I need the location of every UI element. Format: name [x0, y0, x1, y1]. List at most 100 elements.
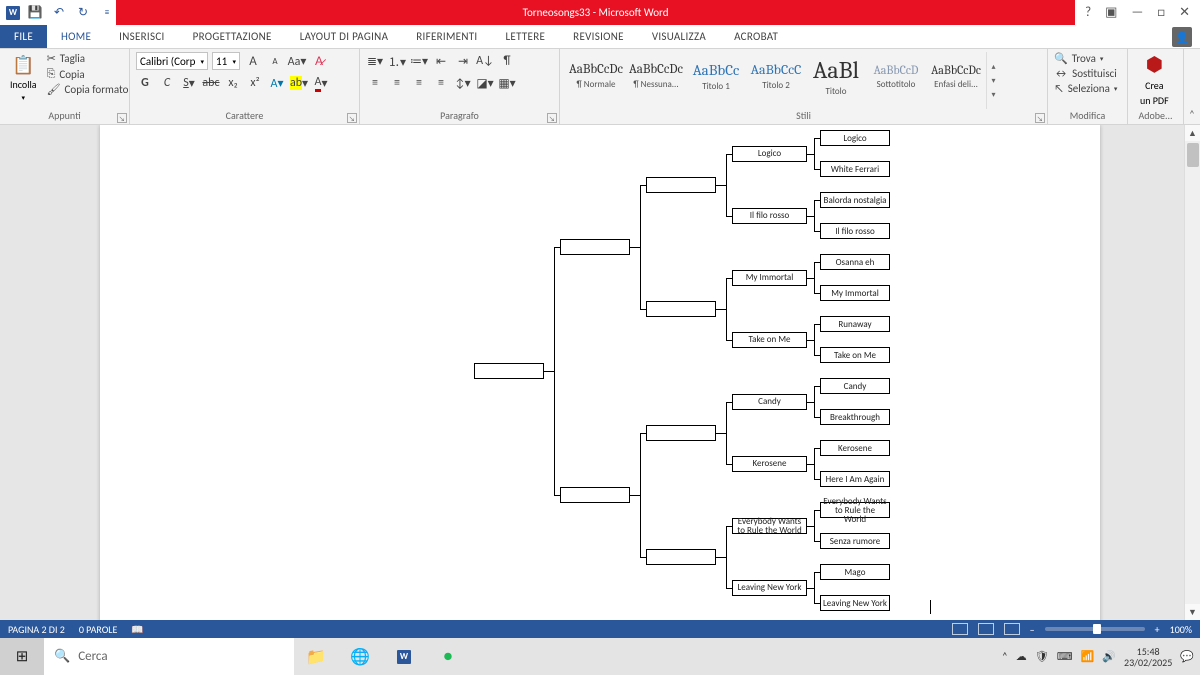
- shrink-font-icon[interactable]: A: [266, 52, 284, 70]
- style-titolo-2[interactable]: AaBbCcCTitolo 2: [746, 52, 806, 100]
- close-icon[interactable]: ✕: [1179, 5, 1190, 20]
- text-effects-icon[interactable]: A▾: [268, 74, 286, 92]
- outdent-icon[interactable]: ⇤: [432, 52, 450, 70]
- borders-icon[interactable]: ▦▾: [498, 74, 516, 92]
- maximize-icon[interactable]: □: [1157, 5, 1165, 20]
- highlight-icon[interactable]: ab▾: [290, 74, 308, 92]
- format-painter-button[interactable]: 🖌Copia formato: [47, 83, 129, 96]
- word-count[interactable]: 0 PAROLE: [79, 623, 118, 636]
- defender-icon[interactable]: 🛡: [1035, 650, 1049, 663]
- redo-icon[interactable]: ↻: [74, 4, 92, 22]
- styles-dialog-launcher[interactable]: ↘: [1035, 113, 1045, 123]
- line-spacing-icon[interactable]: ↕▾: [454, 74, 472, 92]
- style-titolo[interactable]: AaBlTitolo: [806, 52, 866, 100]
- tab-revisione[interactable]: REVISIONE: [559, 25, 638, 48]
- copy-button[interactable]: ⎘Copia: [47, 67, 129, 81]
- paste-button[interactable]: 📋 Incolla ▾: [6, 52, 41, 109]
- zoom-level[interactable]: 100%: [1170, 623, 1192, 636]
- shading-icon[interactable]: ◪▾: [476, 74, 494, 92]
- create-pdf-button[interactable]: ⬢ Crea un PDF: [1134, 52, 1175, 109]
- tray-overflow-icon[interactable]: ˄: [1002, 650, 1008, 663]
- tab-acrobat[interactable]: ACROBAT: [720, 25, 792, 48]
- zoom-thumb[interactable]: [1093, 624, 1101, 634]
- style---normale[interactable]: AaBbCcDc¶ Normale: [566, 52, 626, 100]
- replace-button[interactable]: ↔Sostituisci: [1054, 67, 1117, 80]
- align-right-icon[interactable]: ≡: [410, 74, 428, 92]
- clear-format-icon[interactable]: A̷: [310, 52, 328, 70]
- find-button[interactable]: 🔍Trova▾: [1054, 52, 1117, 65]
- word-taskbar-icon[interactable]: W: [382, 638, 426, 675]
- zoom-slider[interactable]: [1045, 627, 1145, 631]
- clipboard-dialog-launcher[interactable]: ↘: [117, 113, 127, 123]
- minimize-icon[interactable]: —: [1131, 5, 1143, 20]
- show-marks-icon[interactable]: ¶: [498, 52, 516, 70]
- font-color-icon[interactable]: A▾: [312, 74, 330, 92]
- indent-icon[interactable]: ⇥: [454, 52, 472, 70]
- input-lang-icon[interactable]: ⌨: [1057, 650, 1073, 663]
- undo-icon[interactable]: ↶: [50, 4, 68, 22]
- justify-icon[interactable]: ≡: [432, 74, 450, 92]
- style---nessuna---[interactable]: AaBbCcDc¶ Nessuna...: [626, 52, 686, 100]
- tab-inserisci[interactable]: INSERISCI: [105, 25, 178, 48]
- spotify-icon[interactable]: ●: [426, 638, 470, 675]
- tab-layout[interactable]: LAYOUT DI PAGINA: [286, 25, 403, 48]
- save-icon[interactable]: 💾: [26, 4, 44, 22]
- select-button[interactable]: ↖Seleziona▾: [1054, 82, 1117, 95]
- taskbar-search[interactable]: 🔍Cerca: [44, 638, 294, 675]
- document-area[interactable]: LogicoWhite FerrariBalorda nostalgiaIl f…: [0, 125, 1200, 620]
- numbering-icon[interactable]: ⒈▾: [388, 52, 406, 70]
- cut-button[interactable]: ✂Taglia: [47, 52, 129, 65]
- change-case-icon[interactable]: Aa▾: [288, 52, 306, 70]
- tab-file[interactable]: FILE: [0, 25, 47, 48]
- style-titolo-1[interactable]: AaBbCcTitolo 1: [686, 52, 746, 100]
- tab-lettere[interactable]: LETTERE: [491, 25, 559, 48]
- multilevel-icon[interactable]: ≔▾: [410, 52, 428, 70]
- user-account-icon[interactable]: 👤: [1172, 27, 1192, 47]
- superscript-button[interactable]: x²: [246, 74, 264, 92]
- volume-icon[interactable]: 🔊: [1102, 650, 1116, 663]
- document-page[interactable]: LogicoWhite FerrariBalorda nostalgiaIl f…: [100, 125, 1100, 620]
- bullets-icon[interactable]: ≣▾: [366, 52, 384, 70]
- sort-icon[interactable]: A↓: [476, 52, 494, 70]
- italic-button[interactable]: C: [158, 74, 176, 92]
- align-center-icon[interactable]: ≡: [388, 74, 406, 92]
- vertical-scrollbar[interactable]: ▲ ▼: [1184, 125, 1200, 620]
- underline-button[interactable]: S▾: [180, 74, 198, 92]
- clock[interactable]: 15:48 23/02/2025: [1124, 646, 1172, 668]
- font-name-input[interactable]: Calibri (Corp▾: [136, 52, 208, 70]
- onedrive-icon[interactable]: ☁: [1016, 650, 1027, 663]
- paste-dropdown-icon[interactable]: ▾: [22, 93, 26, 102]
- tab-visualizza[interactable]: VISUALIZZA: [638, 25, 720, 48]
- strike-button[interactable]: abc: [202, 74, 220, 92]
- wifi-icon[interactable]: 📶: [1081, 650, 1095, 663]
- scroll-up-icon[interactable]: ▲: [1185, 125, 1200, 141]
- collapse-ribbon-icon[interactable]: ˄: [1184, 49, 1200, 124]
- scroll-thumb[interactable]: [1187, 143, 1199, 167]
- notifications-icon[interactable]: 💬: [1180, 650, 1194, 663]
- print-view-icon[interactable]: [978, 623, 994, 635]
- read-view-icon[interactable]: [952, 623, 968, 635]
- font-size-input[interactable]: 11▾: [212, 52, 240, 70]
- help-icon[interactable]: ?: [1085, 5, 1091, 20]
- tab-progettazione[interactable]: PROGETTAZIONE: [179, 25, 286, 48]
- web-view-icon[interactable]: [1004, 623, 1020, 635]
- ribbon-options-icon[interactable]: ▣: [1105, 5, 1117, 20]
- align-left-icon[interactable]: ≡: [366, 74, 384, 92]
- start-button[interactable]: ⊞: [0, 638, 44, 675]
- qat-customize-icon[interactable]: ≡: [98, 4, 116, 22]
- file-explorer-icon[interactable]: 📁: [294, 638, 338, 675]
- font-dialog-launcher[interactable]: ↘: [347, 113, 357, 123]
- scroll-down-icon[interactable]: ▼: [1185, 604, 1200, 620]
- paragraph-dialog-launcher[interactable]: ↘: [547, 113, 557, 123]
- tab-home[interactable]: HOME: [47, 25, 105, 48]
- zoom-out-icon[interactable]: –: [1030, 623, 1035, 636]
- zoom-in-icon[interactable]: +: [1155, 623, 1160, 636]
- chrome-icon[interactable]: 🌐: [338, 638, 382, 675]
- style-sottotitolo[interactable]: AaBbCcDSottotitolo: [866, 52, 926, 100]
- styles-more-icon[interactable]: ▴▾▾: [986, 52, 1000, 109]
- grow-font-icon[interactable]: A: [244, 52, 262, 70]
- subscript-button[interactable]: x₂: [224, 74, 242, 92]
- style-enfasi-deli---[interactable]: AaBbCcDcEnfasi deli...: [926, 52, 986, 100]
- page-indicator[interactable]: PAGINA 2 DI 2: [8, 623, 65, 636]
- proofing-icon[interactable]: 📖: [131, 623, 143, 636]
